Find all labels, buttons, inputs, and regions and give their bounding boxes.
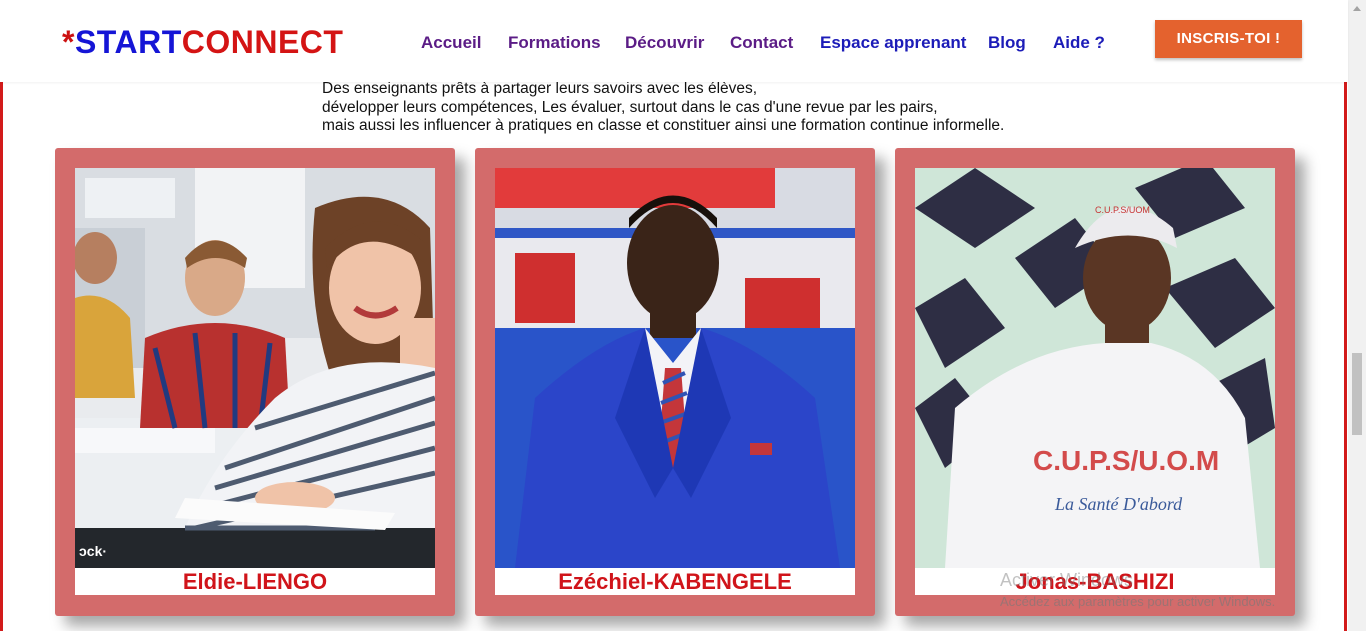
photo-footer-text: ɔck· (79, 543, 107, 559)
teacher-name: Ezéchiel-KABENGELE (495, 568, 855, 595)
nav-link-blog[interactable]: Blog (988, 33, 1026, 53)
windows-activation-title: Activer Windows (1000, 570, 1134, 590)
teacher-card: Ezéchiel-KABENGELE (475, 148, 875, 616)
scrollbar-thumb[interactable] (1352, 353, 1362, 435)
teacher-photo (495, 168, 855, 568)
teacher-name: Eldie-LIENGO (75, 568, 435, 595)
right-border-line (1344, 82, 1347, 631)
nav-link-decouvrir[interactable]: Découvrir (625, 33, 704, 53)
site-header: *STARTCONNECT Accueil Formations Découvr… (0, 0, 1348, 82)
signup-button[interactable]: INSCRIS-TOI ! (1155, 20, 1302, 58)
windows-activation-subtitle: Accédez aux paramètres pour activer Wind… (1000, 594, 1276, 609)
teacher-photo-image: C.U.P.S/UOM C.U.P.S/U.O.M La Santé D'abo… (915, 168, 1275, 568)
vertical-scrollbar[interactable] (1348, 0, 1366, 631)
nav-link-contact[interactable]: Contact (730, 33, 793, 53)
cap-text: C.U.P.S/UOM (1095, 205, 1150, 215)
logo-connect: CONNECT (181, 24, 344, 60)
shirt-text-line2: La Santé D'abord (1054, 494, 1183, 514)
intro-paragraph: Des enseignants prêts à partager leurs s… (322, 80, 1122, 136)
intro-line: développer leurs compétences, Les évalue… (322, 98, 938, 116)
teacher-photo: ɔck· (75, 168, 435, 568)
shirt-text-line1: C.U.P.S/U.O.M (1033, 445, 1219, 476)
nav-link-formations[interactable]: Formations (508, 33, 601, 53)
nav-link-aide[interactable]: Aide ? (1053, 33, 1105, 53)
site-logo[interactable]: *STARTCONNECT (62, 24, 343, 60)
left-border-line (0, 82, 3, 631)
teacher-photo-image (495, 168, 855, 568)
logo-start: START (74, 24, 182, 60)
teacher-card: C.U.P.S/UOM C.U.P.S/U.O.M La Santé D'abo… (895, 148, 1295, 616)
intro-line: Des enseignants prêts à partager leurs s… (322, 80, 758, 97)
teacher-photo: C.U.P.S/UOM C.U.P.S/U.O.M La Santé D'abo… (915, 168, 1275, 568)
teacher-card: ɔck· Eldie-LIENGO (55, 148, 455, 616)
teacher-photo-image: ɔck· (75, 168, 435, 568)
nav-link-accueil[interactable]: Accueil (421, 33, 481, 53)
scroll-up-arrow-icon[interactable] (1353, 6, 1361, 11)
nav-link-espace-apprenant[interactable]: Espace apprenant (820, 33, 966, 53)
intro-line: mais aussi les influencer à pratiques en… (322, 117, 1005, 134)
logo-star: * (62, 24, 75, 60)
